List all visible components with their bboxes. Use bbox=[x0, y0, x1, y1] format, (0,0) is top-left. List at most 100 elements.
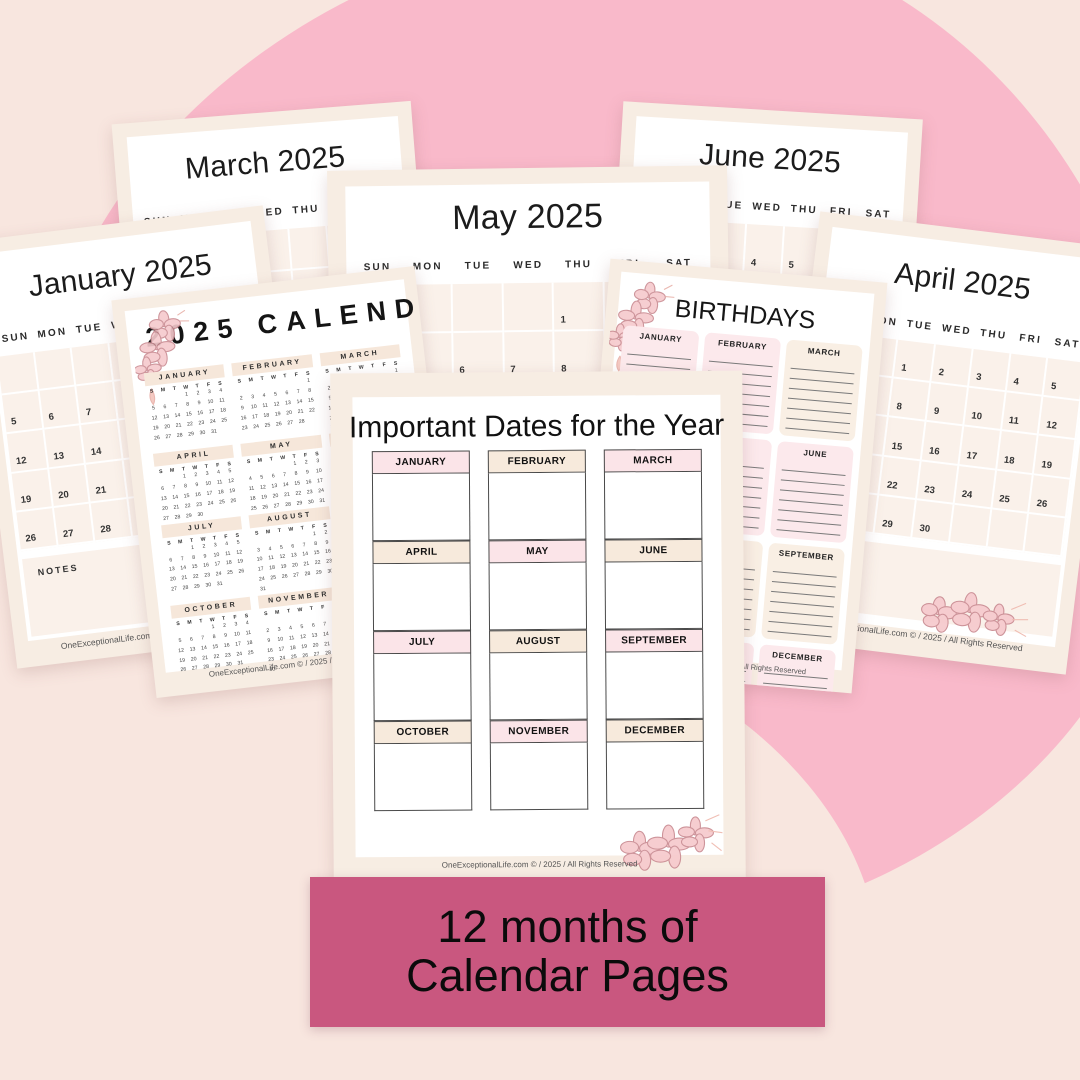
important-dates-month-card[interactable]: NOVEMBER bbox=[489, 719, 589, 811]
weekday-label: WED bbox=[751, 201, 783, 215]
important-dates-write-area[interactable] bbox=[487, 472, 587, 541]
date-cell[interactable]: 15 bbox=[884, 417, 927, 462]
birthday-month-name: JANUARY bbox=[639, 331, 683, 345]
date-cell[interactable]: 12 bbox=[1038, 397, 1080, 441]
date-cell[interactable]: 18 bbox=[996, 431, 1039, 475]
date-cell[interactable] bbox=[289, 225, 331, 271]
important-dates-write-area[interactable] bbox=[371, 473, 471, 542]
important-dates-month-name: DECEMBER bbox=[605, 718, 704, 743]
date-cell[interactable]: 2 bbox=[931, 344, 974, 388]
important-dates-month-card[interactable]: AUGUST bbox=[489, 629, 588, 721]
date-cell[interactable]: 1 bbox=[554, 281, 606, 332]
important-dates-month-name: JULY bbox=[373, 630, 472, 655]
date-cell[interactable]: 1 bbox=[893, 339, 937, 384]
date-cell[interactable]: 24 bbox=[954, 465, 997, 510]
date-cell[interactable] bbox=[72, 343, 115, 387]
date-cell[interactable]: 4 bbox=[744, 224, 785, 277]
birthday-month-name: SEPTEMBER bbox=[778, 548, 835, 563]
mini-month[interactable]: JANUARY SMTWTFS 1 2 3 4 5 6 7 8 9 10 11 12 13 14 15 16 1… bbox=[140, 364, 237, 455]
date-cell[interactable]: 22 bbox=[879, 456, 922, 501]
important-dates-month-card[interactable]: SEPTEMBER bbox=[605, 628, 704, 720]
birthday-month-name: FEBRUARY bbox=[717, 338, 768, 352]
page-title-important-dates: Important Dates for the Year bbox=[348, 408, 725, 445]
date-cell[interactable] bbox=[503, 282, 555, 333]
important-dates-write-area[interactable] bbox=[605, 741, 705, 810]
important-dates-month-card[interactable]: JANUARY bbox=[371, 450, 471, 542]
important-dates-month-name: JUNE bbox=[604, 538, 703, 563]
mini-month[interactable]: AUGUST SMTWTFS 1 2 3 4 5 6 7 8 9 10 11 12 13 14 15 16 17… bbox=[245, 505, 342, 596]
weekday-label: TUE bbox=[464, 260, 492, 272]
date-cell[interactable]: 8 bbox=[889, 378, 932, 423]
promo-banner: 12 months of Calendar Pages bbox=[310, 877, 825, 1027]
important-dates-month-card[interactable]: FEBRUARY bbox=[487, 449, 587, 541]
important-dates-write-area[interactable] bbox=[605, 651, 704, 720]
date-cell[interactable]: 7 bbox=[76, 381, 120, 426]
important-dates-month-name: AUGUST bbox=[489, 629, 588, 654]
birthday-month-card[interactable]: SEPTEMBER bbox=[760, 542, 846, 645]
important-dates-month-card[interactable]: OCTOBER bbox=[373, 720, 473, 812]
mockup-canvas: March 2025 SUNMONTUEWEDTHUFRISAT 1234567… bbox=[0, 0, 1080, 1080]
important-dates-month-card[interactable]: MAY bbox=[488, 539, 588, 631]
date-cell[interactable]: 19 bbox=[11, 468, 54, 513]
weekday-label: THU bbox=[790, 203, 819, 217]
date-cell[interactable]: 21 bbox=[86, 459, 129, 504]
date-cell[interactable]: 30 bbox=[912, 500, 955, 544]
date-cell[interactable]: 23 bbox=[916, 461, 960, 505]
date-cell[interactable] bbox=[1024, 513, 1067, 558]
date-cell[interactable]: 5 bbox=[1, 391, 45, 435]
important-dates-month-card[interactable]: DECEMBER bbox=[605, 718, 705, 810]
important-dates-write-area[interactable] bbox=[372, 563, 472, 632]
weekday-label: THU bbox=[564, 259, 593, 271]
date-cell[interactable]: 9 bbox=[926, 383, 969, 427]
important-dates-month-name: JANUARY bbox=[371, 450, 470, 475]
date-cell[interactable]: 12 bbox=[6, 430, 49, 474]
date-cell[interactable] bbox=[34, 347, 77, 392]
date-cell[interactable]: 17 bbox=[959, 426, 1002, 471]
date-cell[interactable]: 27 bbox=[53, 503, 96, 547]
important-dates-write-area[interactable] bbox=[489, 652, 588, 721]
date-cell[interactable]: 29 bbox=[874, 495, 917, 539]
date-cell[interactable]: 26 bbox=[16, 507, 59, 552]
important-dates-write-area[interactable] bbox=[488, 562, 588, 631]
date-cell[interactable] bbox=[949, 504, 992, 549]
date-cell[interactable]: 13 bbox=[44, 425, 87, 469]
date-cell[interactable]: 26 bbox=[1029, 474, 1072, 519]
mini-month[interactable]: FEBRUARY SMTWTFS 1 2 3 4 5 6 7 8 9 10 11 12 13 14 15 16… bbox=[228, 354, 325, 445]
date-cell[interactable]: 20 bbox=[48, 464, 92, 508]
date-cell[interactable]: 25 bbox=[991, 470, 1035, 514]
important-dates-write-area[interactable] bbox=[373, 743, 473, 812]
important-dates-month-card[interactable]: MARCH bbox=[603, 448, 703, 540]
date-cell[interactable]: 3 bbox=[968, 349, 1011, 393]
mini-month[interactable]: MAY SMTWTFS 1 2 3 4 5 6 7 8 9 10 11 12 13 14 15 16 17 18 1… bbox=[237, 434, 333, 516]
page-important-dates[interactable]: Important Dates for the Year JANUARY FEB… bbox=[330, 370, 746, 882]
important-dates-write-area[interactable] bbox=[603, 471, 703, 540]
banner-line-1: 12 months of bbox=[437, 901, 698, 953]
date-cell[interactable]: 16 bbox=[921, 422, 964, 466]
date-cell[interactable] bbox=[452, 283, 504, 334]
date-cell[interactable]: 5 bbox=[1043, 358, 1080, 402]
important-dates-month-card[interactable]: JULY bbox=[373, 630, 472, 722]
important-dates-write-area[interactable] bbox=[604, 561, 704, 630]
important-dates-month-card[interactable]: APRIL bbox=[372, 540, 472, 632]
date-cell[interactable] bbox=[987, 509, 1030, 553]
date-cell[interactable]: 10 bbox=[963, 387, 1007, 432]
birthday-month-card[interactable]: JUNE bbox=[769, 440, 854, 544]
important-dates-month-name: APRIL bbox=[372, 540, 471, 565]
mini-month[interactable]: JULY SMTWTFS 1 2 3 4 5 6 7 8 9 10 11 12 13 14 15 16 17 18… bbox=[157, 515, 254, 606]
mini-month[interactable]: APRIL SMTWTFS 1 2 3 4 5 6 7 8 9 10 11 12 13 14 15 16 17 1… bbox=[149, 444, 245, 526]
important-dates-month-card[interactable]: JUNE bbox=[604, 538, 704, 630]
date-cell[interactable]: 14 bbox=[81, 420, 124, 465]
date-cell[interactable] bbox=[0, 352, 40, 396]
birthday-month-name: JUNE bbox=[803, 448, 828, 460]
birthday-month-name: MARCH bbox=[807, 346, 841, 359]
important-dates-month-name: FEBRUARY bbox=[487, 449, 586, 474]
date-cell[interactable]: 11 bbox=[1001, 392, 1044, 437]
date-cell[interactable]: 6 bbox=[39, 386, 82, 431]
important-dates-write-area[interactable] bbox=[373, 653, 472, 722]
weekday-label: WED bbox=[513, 259, 544, 272]
birthday-month-card[interactable]: MARCH bbox=[778, 339, 863, 442]
date-cell[interactable]: 19 bbox=[1034, 436, 1077, 480]
date-cell[interactable]: 28 bbox=[91, 498, 134, 543]
date-cell[interactable]: 4 bbox=[1006, 353, 1049, 398]
important-dates-write-area[interactable] bbox=[489, 742, 589, 811]
